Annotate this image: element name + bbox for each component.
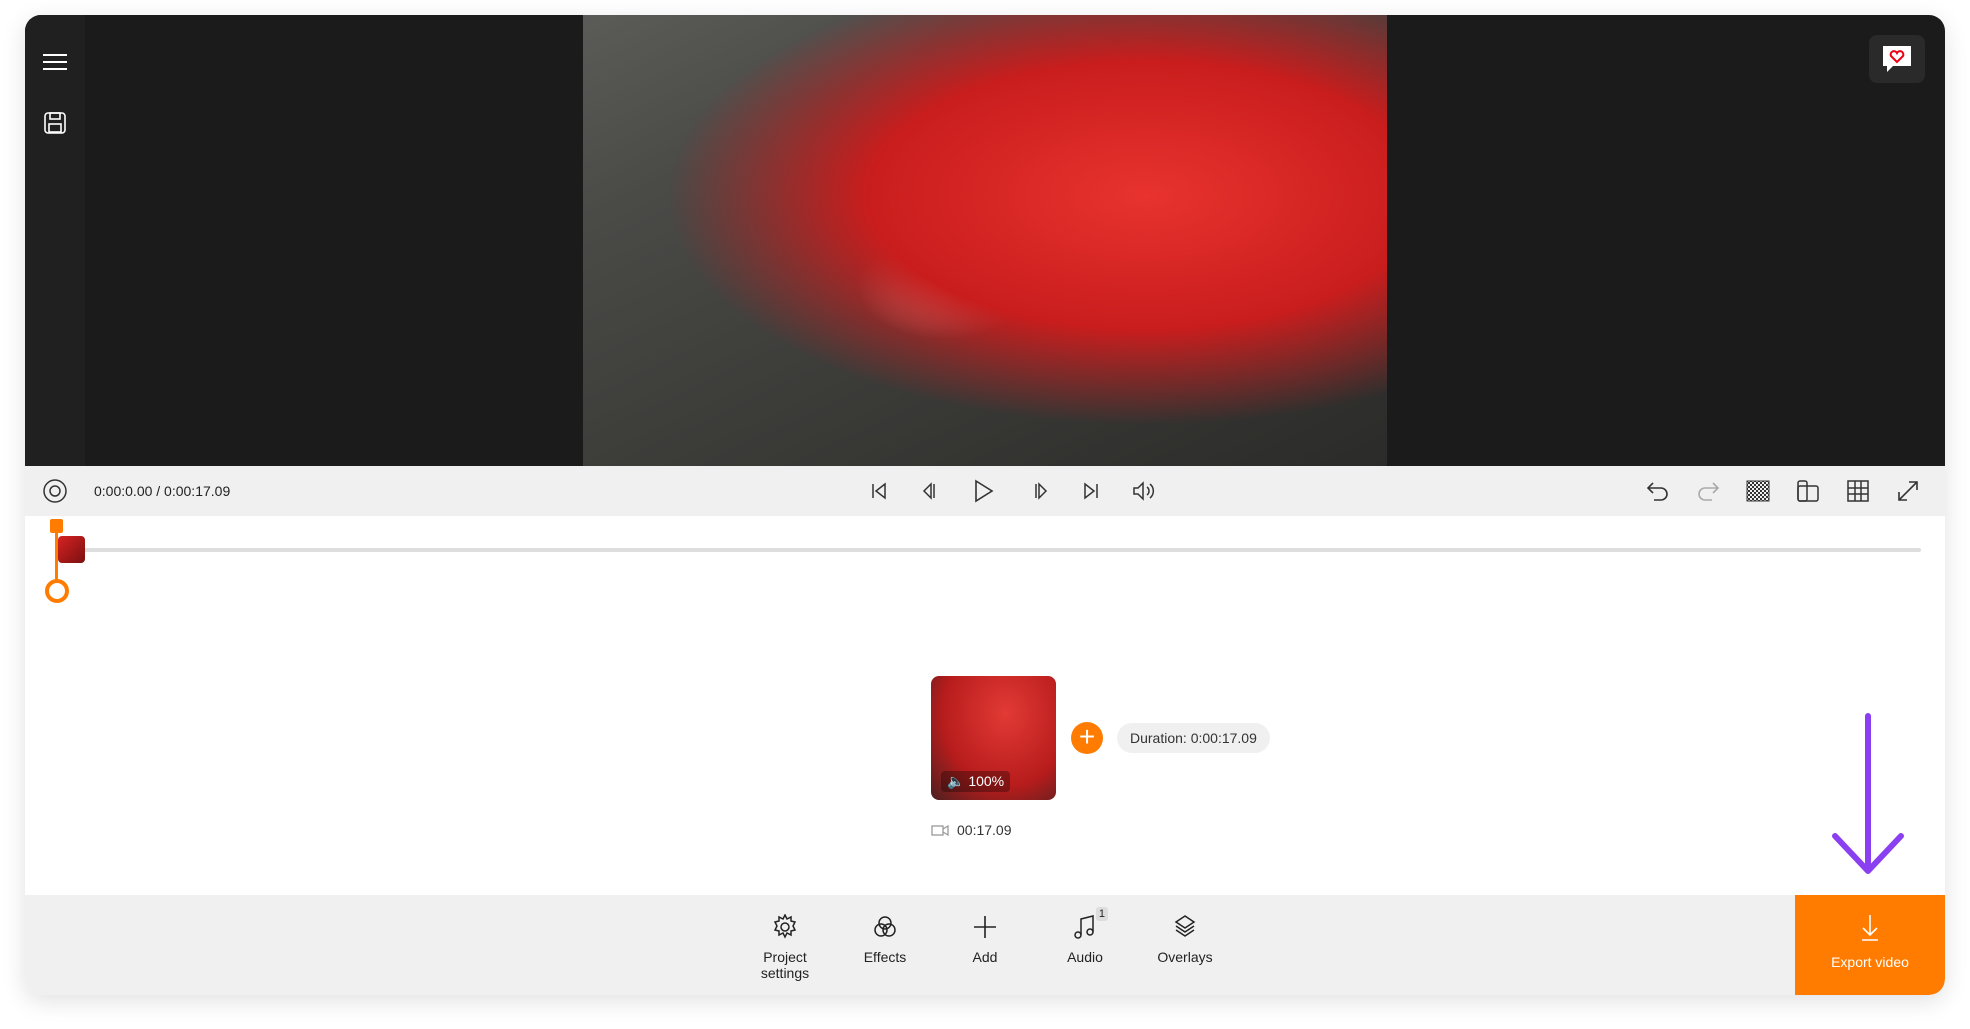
annotation-arrow-icon bbox=[1832, 713, 1904, 874]
export-video-label: Export video bbox=[1831, 954, 1909, 970]
clip-volume: 🔈 100% bbox=[941, 771, 1011, 792]
duration-pill[interactable]: Duration: 0:00:17.09 bbox=[1117, 723, 1270, 753]
download-icon bbox=[1862, 915, 1878, 941]
project-settings-button[interactable]: Project settings bbox=[740, 911, 830, 981]
add-label: Add bbox=[972, 949, 998, 965]
previous-frame-icon[interactable] bbox=[916, 478, 942, 504]
playhead-handle[interactable] bbox=[50, 519, 63, 533]
audio-button[interactable]: 1 Audio bbox=[1040, 907, 1130, 965]
gear-icon bbox=[773, 914, 797, 939]
clip-length: 00:17.09 bbox=[931, 822, 1012, 838]
aspect-ratio-icon[interactable] bbox=[1795, 478, 1821, 504]
audio-count-badge: 1 bbox=[1095, 907, 1108, 921]
timeline-track[interactable] bbox=[61, 548, 1921, 552]
effects-icon bbox=[874, 916, 896, 937]
effects-button[interactable]: Effects bbox=[840, 911, 930, 965]
overlays-button[interactable]: Overlays bbox=[1140, 911, 1230, 965]
volume-icon[interactable] bbox=[1131, 478, 1157, 504]
app-window: 0:00:0.00 / 0:00:17.09 🔈 100% 00:17.09 +… bbox=[25, 15, 1945, 995]
playback-controls: 0:00:0.00 / 0:00:17.09 bbox=[25, 466, 1945, 516]
add-clip-button[interactable]: + bbox=[1071, 722, 1103, 754]
undo-icon[interactable] bbox=[1645, 478, 1671, 504]
sidebar bbox=[25, 15, 85, 466]
heart-chat-icon bbox=[1883, 46, 1911, 72]
grid-icon[interactable] bbox=[1845, 478, 1871, 504]
skip-to-end-icon[interactable] bbox=[1078, 478, 1104, 504]
clip-length-value: 00:17.09 bbox=[957, 822, 1012, 838]
audio-label: Audio bbox=[1067, 949, 1103, 965]
time-display: 0:00:0.00 / 0:00:17.09 bbox=[94, 483, 231, 499]
plus-icon bbox=[974, 916, 996, 938]
play-icon[interactable] bbox=[970, 478, 996, 504]
timeline-clip-thumbnail[interactable] bbox=[58, 536, 85, 563]
overlays-label: Overlays bbox=[1157, 949, 1213, 965]
effects-label: Effects bbox=[863, 949, 907, 965]
skip-to-start-icon[interactable] bbox=[866, 478, 892, 504]
clip-volume-value: 100% bbox=[968, 773, 1005, 789]
video-camera-icon bbox=[931, 824, 949, 836]
add-button[interactable]: Add bbox=[940, 911, 1030, 965]
video-frame bbox=[583, 15, 1387, 466]
fullscreen-icon[interactable] bbox=[1895, 478, 1921, 504]
speed-dial-icon[interactable] bbox=[42, 478, 68, 504]
video-preview bbox=[25, 15, 1945, 466]
checkerboard-background-icon[interactable] bbox=[1745, 478, 1771, 504]
layers-icon bbox=[1174, 915, 1196, 937]
next-frame-icon[interactable] bbox=[1028, 478, 1054, 504]
bottom-toolbar: Project settings Effects Add 1 Audio Ove… bbox=[25, 895, 1945, 995]
redo-icon[interactable] bbox=[1695, 478, 1721, 504]
hamburger-menu-icon[interactable] bbox=[40, 47, 70, 77]
music-note-icon bbox=[1074, 915, 1094, 939]
export-video-button[interactable]: Export video bbox=[1795, 895, 1945, 995]
timeline: 🔈 100% 00:17.09 + Duration: 0:00:17.09 bbox=[25, 516, 1945, 910]
project-settings-label: Project settings bbox=[760, 949, 810, 981]
save-icon[interactable] bbox=[40, 108, 70, 138]
playhead-knob[interactable] bbox=[45, 579, 69, 603]
clip-thumbnail[interactable]: 🔈 100% bbox=[931, 676, 1056, 800]
feedback-button[interactable] bbox=[1869, 35, 1925, 83]
